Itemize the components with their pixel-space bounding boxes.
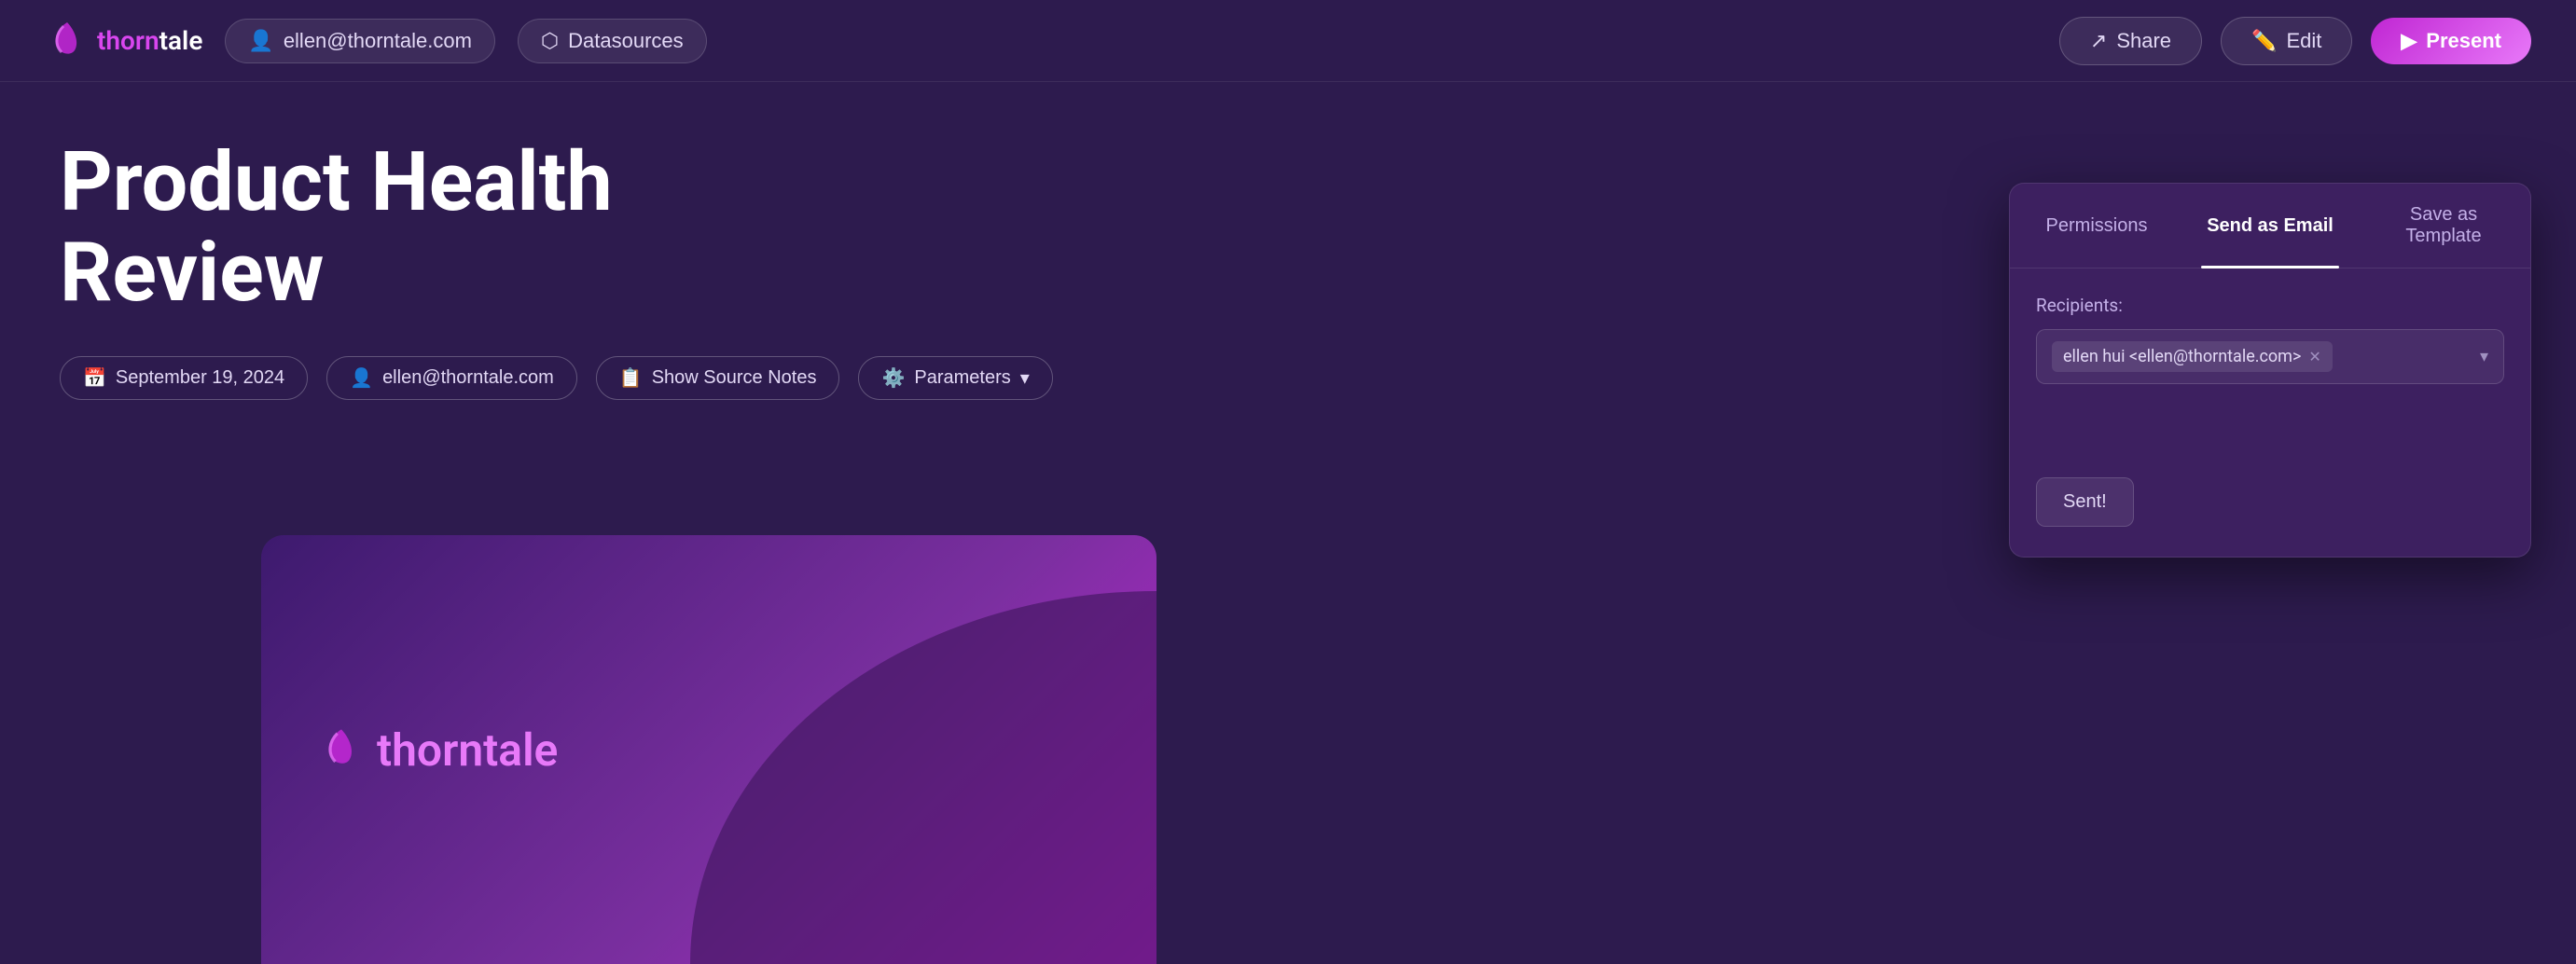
share-panel: Permissions Send as Email Save as Templa… (2009, 183, 2531, 558)
parameters-icon: ⚙️ (881, 366, 905, 390)
recipient-tag: ellen hui <ellen@thorntale.com> ✕ (2052, 341, 2333, 372)
share-icon: ↗ (2090, 29, 2107, 53)
slide-curve-decoration (690, 591, 1156, 964)
edit-button[interactable]: ✏️ Edit (2221, 17, 2352, 65)
slide-logo: thorntale (317, 723, 558, 777)
tab-save-template[interactable]: Save as Template (2357, 184, 2530, 268)
source-notes-pill[interactable]: 📋 Show Source Notes (596, 356, 840, 400)
author-icon: 👤 (350, 366, 373, 390)
author-pill[interactable]: 👤 ellen@thorntale.com (326, 356, 577, 400)
share-tabs: Permissions Send as Email Save as Templa… (2010, 184, 2530, 269)
source-notes-icon: 📋 (619, 366, 643, 390)
tab-permissions[interactable]: Permissions (2010, 184, 2183, 268)
logo-icon (45, 19, 90, 63)
tab-send-email-label: Send as Email (2207, 215, 2334, 236)
user-email-button[interactable]: 👤 ellen@thorntale.com (225, 19, 495, 63)
recipients-label: Recipients: (2036, 295, 2504, 316)
logo-text: thorntale (97, 25, 202, 56)
sent-button[interactable]: Sent! (2036, 477, 2134, 527)
sent-button-label: Sent! (2063, 491, 2107, 513)
datasources-label: Datasources (568, 29, 684, 53)
recipient-remove-icon[interactable]: ✕ (2308, 348, 2320, 365)
navbar-right: ↗ Share ✏️ Edit ▶ Present (2059, 17, 2531, 65)
navbar-left: thorntale 👤 ellen@thorntale.com ⬡ Dataso… (45, 19, 707, 63)
user-icon: 👤 (248, 29, 273, 53)
slide-logo-icon (317, 725, 366, 774)
slide-logo-text: thorntale (377, 723, 558, 777)
date-label: September 19, 2024 (116, 367, 284, 389)
recipients-input[interactable]: ellen hui <ellen@thorntale.com> ✕ ▾ (2036, 329, 2504, 384)
datasources-button[interactable]: ⬡ Datasources (518, 19, 707, 63)
recipient-value: ellen hui <ellen@thorntale.com> (2063, 347, 2301, 366)
tab-permissions-label: Permissions (2046, 215, 2148, 236)
parameters-label: Parameters (914, 367, 1010, 389)
spacer (2036, 384, 2504, 477)
parameters-pill[interactable]: ⚙️ Parameters ▾ (858, 356, 1052, 400)
present-label: Present (2426, 29, 2501, 53)
share-button[interactable]: ↗ Share (2059, 17, 2202, 65)
main-content: Product Health Review 📅 September 19, 20… (0, 82, 2576, 964)
date-pill[interactable]: 📅 September 19, 2024 (60, 356, 308, 400)
edit-label: Edit (2286, 29, 2321, 53)
logo[interactable]: thorntale (45, 19, 202, 63)
share-label: Share (2116, 29, 2171, 53)
slide-preview: thorntale (261, 535, 1156, 964)
present-icon: ▶ (2401, 29, 2417, 53)
author-label: ellen@thorntale.com (382, 367, 554, 389)
source-notes-label: Show Source Notes (652, 367, 817, 389)
navbar: thorntale 👤 ellen@thorntale.com ⬡ Dataso… (0, 0, 2576, 82)
edit-icon: ✏️ (2251, 29, 2277, 53)
tab-save-template-label: Save as Template (2405, 204, 2481, 246)
datasources-icon: ⬡ (541, 29, 559, 53)
user-email-label: ellen@thorntale.com (284, 29, 472, 53)
calendar-icon: 📅 (83, 366, 106, 390)
chevron-down-icon: ▾ (2480, 347, 2488, 366)
tab-send-email[interactable]: Send as Email (2183, 184, 2357, 268)
present-button[interactable]: ▶ Present (2371, 18, 2531, 64)
page-title: Product Health Review (60, 138, 806, 319)
share-panel-body: Recipients: ellen hui <ellen@thorntale.c… (2010, 269, 2530, 557)
parameters-chevron-icon: ▾ (1020, 366, 1030, 390)
